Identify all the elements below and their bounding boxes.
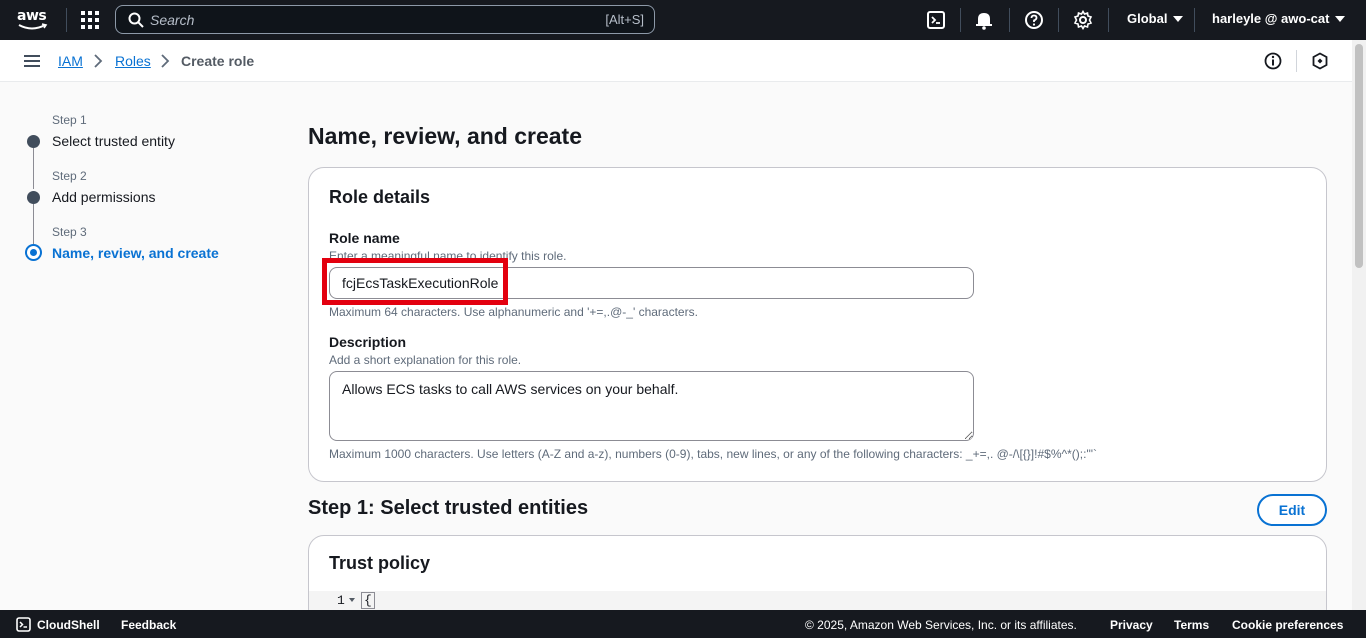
role-name-constraint: Maximum 64 characters. Use alphanumeric … xyxy=(329,305,698,319)
breadcrumb-roles[interactable]: Roles xyxy=(115,53,151,69)
role-details-card: Role details Role name Enter a meaningfu… xyxy=(308,167,1327,482)
aws-logo[interactable]: aws xyxy=(16,6,50,34)
footer-feedback[interactable]: Feedback xyxy=(121,618,176,632)
nav-divider xyxy=(1194,8,1195,32)
description-constraint: Maximum 1000 characters. Use letters (A-… xyxy=(329,447,1097,461)
step-2-label[interactable]: Add permissions xyxy=(52,189,156,205)
page-title: Name, review, and create xyxy=(308,123,583,149)
footer: CloudShell Feedback © 2025, Amazon Web S… xyxy=(0,610,1366,638)
top-navigation: aws [Alt+S] Global harleyle @ awo-cat xyxy=(0,0,1366,40)
aws-logo-text: aws xyxy=(17,8,47,24)
page-scrollbar-thumb[interactable] xyxy=(1355,44,1363,268)
role-name-label: Role name xyxy=(329,230,400,246)
search-input[interactable] xyxy=(150,10,590,29)
step-2-dot xyxy=(27,191,40,204)
description-label: Description xyxy=(329,334,407,350)
region-label: Global xyxy=(1127,11,1168,26)
step-3-dot xyxy=(25,244,42,261)
nav-divider xyxy=(960,8,961,32)
footer-terms[interactable]: Terms xyxy=(1174,618,1209,632)
step-1-dot xyxy=(27,135,40,148)
step-1-number: Step 1 xyxy=(52,113,87,127)
breadcrumb-bar: IAM Roles Create role xyxy=(0,40,1352,82)
description-hint: Add a short explanation for this role. xyxy=(329,353,522,367)
region-selector[interactable]: Global xyxy=(1127,11,1184,26)
step1-section-title: Step 1: Select trusted entities xyxy=(308,497,589,519)
cloudshell-icon[interactable] xyxy=(926,10,946,30)
step-connector xyxy=(33,148,34,189)
trust-policy-title: Trust policy xyxy=(329,553,431,573)
cloudshell-icon xyxy=(16,617,31,632)
menu-icon[interactable] xyxy=(24,55,40,67)
edit-button[interactable]: Edit xyxy=(1257,494,1327,526)
caret-down-icon xyxy=(1335,16,1346,22)
step-3-label: Name, review, and create xyxy=(52,245,219,261)
step-connector xyxy=(33,204,34,244)
divider xyxy=(1296,50,1297,72)
role-name-description: Enter a meaningful name to identify this… xyxy=(329,249,567,263)
footer-copyright: © 2025, Amazon Web Services, Inc. or its… xyxy=(805,618,1077,632)
step-3-number: Step 3 xyxy=(52,225,87,239)
footer-cloudshell[interactable]: CloudShell xyxy=(37,618,100,632)
nav-divider xyxy=(1058,8,1059,32)
role-name-input[interactable] xyxy=(329,267,974,299)
search-icon xyxy=(128,12,144,28)
bell-icon[interactable] xyxy=(974,10,994,30)
account-menu[interactable]: harleyle @ awo-cat xyxy=(1212,11,1346,26)
chevron-right-icon xyxy=(161,54,170,68)
search-shortcut-hint: [Alt+S] xyxy=(605,12,644,27)
info-icon[interactable] xyxy=(1264,52,1282,70)
gear-icon[interactable] xyxy=(1073,10,1093,30)
footer-cookie-preferences[interactable]: Cookie preferences xyxy=(1232,618,1343,632)
line-number: 1 xyxy=(337,593,345,608)
search-box[interactable]: [Alt+S] xyxy=(115,5,655,34)
fold-caret-icon[interactable] xyxy=(349,598,355,602)
nav-divider xyxy=(1108,8,1109,32)
description-textarea[interactable]: Allows ECS tasks to call AWS services on… xyxy=(329,371,974,441)
code-editor-line[interactable]: 1 { xyxy=(309,591,1326,611)
step-1-label[interactable]: Select trusted entity xyxy=(52,133,175,149)
services-grid-icon[interactable] xyxy=(80,10,100,30)
nav-divider xyxy=(66,8,67,32)
smile-icon xyxy=(18,23,48,30)
footer-privacy[interactable]: Privacy xyxy=(1110,618,1153,632)
step-2-number: Step 2 xyxy=(52,169,87,183)
breadcrumb-iam[interactable]: IAM xyxy=(58,53,83,69)
feedback-hex-icon[interactable] xyxy=(1311,52,1329,70)
caret-down-icon xyxy=(1173,16,1184,22)
breadcrumb-current: Create role xyxy=(181,53,255,69)
help-icon[interactable] xyxy=(1024,10,1044,30)
chevron-right-icon xyxy=(94,54,103,68)
nav-divider xyxy=(1009,8,1010,32)
account-label: harleyle @ awo-cat xyxy=(1212,11,1330,26)
role-details-title: Role details xyxy=(329,187,431,207)
code-text[interactable]: { xyxy=(361,592,375,609)
